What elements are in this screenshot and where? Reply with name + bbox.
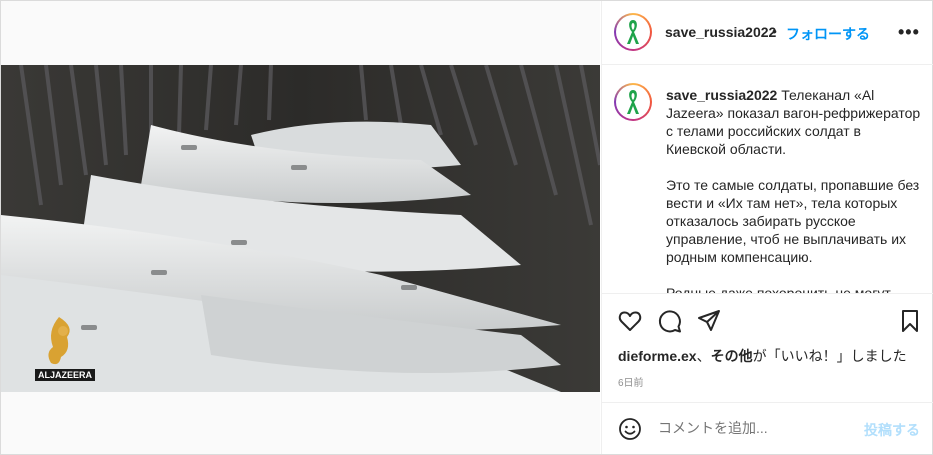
share-icon[interactable] <box>696 308 722 334</box>
post-header: save_russia2022 • フォローする ••• <box>602 1 933 65</box>
caption-avatar[interactable] <box>614 83 652 121</box>
comment-input[interactable] <box>656 419 860 437</box>
comment-bar: 投稿する <box>602 402 933 455</box>
follow-button[interactable]: フォローする <box>786 24 870 44</box>
header-separator: • <box>772 23 777 39</box>
post-media: ALJAZEERA <box>1 1 600 454</box>
liker-username[interactable]: dieforme.ex <box>618 348 697 364</box>
caption: save_russia2022 Телеканал «Al Jazeera» п… <box>666 86 924 293</box>
aljazeera-watermark: ALJAZEERA <box>35 369 96 381</box>
likes-suffix: が「いいね！」しました <box>752 348 907 364</box>
post-comment-button[interactable]: 投稿する <box>864 420 920 440</box>
green-ribbon-icon <box>627 20 639 44</box>
video-player[interactable]: ALJAZEERA <box>1 65 600 392</box>
comment-icon[interactable] <box>657 308 683 334</box>
caption-area: save_russia2022 Телеканал «Al Jazeera» п… <box>602 65 933 293</box>
green-ribbon-icon <box>627 90 639 114</box>
post-timestamp[interactable]: 6日前 <box>618 374 644 389</box>
caption-username[interactable]: save_russia2022 <box>666 87 777 103</box>
header-username[interactable]: save_russia2022 <box>665 24 776 40</box>
heart-icon[interactable] <box>617 308 643 334</box>
post-dialog: ALJAZEERA save_russia2022 • フォローする ••• s… <box>0 0 933 455</box>
emoji-icon[interactable] <box>618 417 642 441</box>
avatar[interactable] <box>614 13 652 51</box>
post-side-panel: save_russia2022 • フォローする ••• save_russia… <box>601 1 933 454</box>
video-frame-image <box>1 65 600 392</box>
bookmark-icon[interactable] <box>897 308 923 334</box>
more-icon[interactable]: ••• <box>898 22 920 43</box>
caption-text: Телеканал «Al Jazeera» показал вагон-реф… <box>666 87 921 293</box>
likes-summary: dieforme.ex、その他が「いいね！」しました <box>618 346 907 366</box>
likes-others-link[interactable]: その他 <box>711 348 753 364</box>
likes-separator: 、 <box>696 348 711 364</box>
